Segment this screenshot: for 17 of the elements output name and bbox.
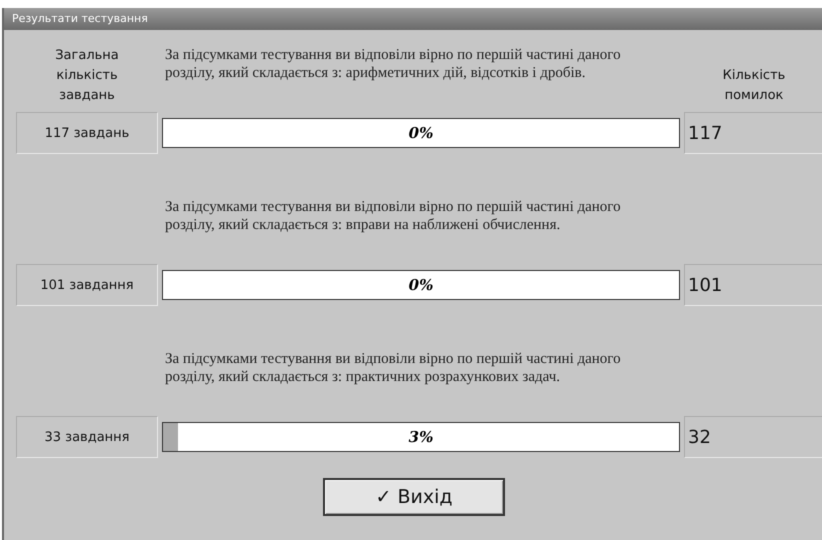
task-count: 117 завдань	[16, 112, 158, 154]
progress-fill	[163, 423, 178, 451]
task-count: 101 завдання	[16, 264, 158, 306]
section-description: За підсумками тестування ви відповіли вірно по першій частині даного розділу, який складається з: арифметичних дій, відсотків і дробів.	[164, 46, 622, 83]
section-description: За підсумками тестування ви відповіли вірно по першій частині даного розділу, який складається з: практичних розрахункових задач.	[164, 350, 622, 387]
error-count: 117	[684, 112, 822, 154]
column-header: Загальна кількість завдань	[54, 47, 120, 105]
column-header: Кількість помилок	[722, 67, 786, 105]
progress-percent: 3%	[408, 428, 434, 446]
exit-button[interactable]: ✓ Вихід	[323, 478, 505, 516]
window-title: Результати тестування	[4, 8, 822, 30]
error-count: 101	[684, 264, 822, 306]
progress-percent: 0%	[408, 124, 434, 142]
error-count: 32	[684, 416, 822, 458]
progress-percent: 0%	[408, 276, 434, 294]
section-description: За підсумками тестування ви відповіли вірно по першій частині даного розділу, який складається з: вправи на наближені обчислення.	[164, 198, 622, 235]
task-count: 33 завдання	[16, 416, 158, 458]
